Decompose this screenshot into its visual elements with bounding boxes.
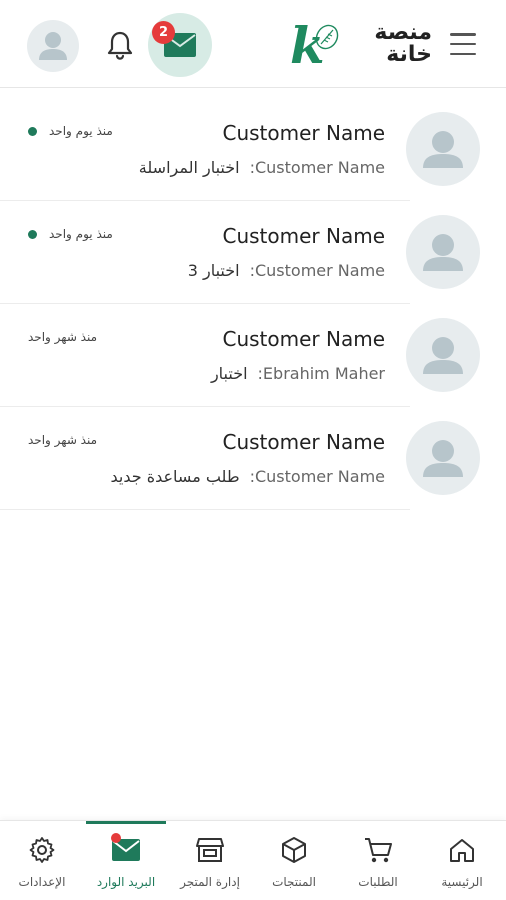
sender-avatar bbox=[406, 318, 480, 392]
box-icon bbox=[282, 837, 306, 863]
nav-label: المنتجات bbox=[272, 875, 316, 889]
message-summary: اختبار :Ebrahim Maher bbox=[211, 364, 385, 383]
message-row[interactable]: Customer Name اختبار :Ebrahim Maher منذ … bbox=[0, 304, 506, 407]
message-time: منذ شهر واحد bbox=[28, 330, 97, 344]
nav-settings[interactable]: الإعدادات bbox=[0, 821, 84, 900]
message-subject: اختبار 3 bbox=[187, 261, 240, 280]
sender-name: Customer Name bbox=[254, 158, 385, 177]
message-row[interactable]: Customer Name اختبار 3 :Customer Name من… bbox=[0, 201, 506, 304]
message-sender: :Customer Name bbox=[250, 261, 385, 280]
inbox-message-list: Customer Name اختبار المراسلة :Customer … bbox=[0, 98, 506, 510]
nav-store-management[interactable]: إدارة المتجر bbox=[168, 821, 252, 900]
message-sender: :Customer Name bbox=[250, 158, 385, 177]
user-avatar-icon bbox=[423, 440, 463, 477]
logo-wordmark: منصة خانة bbox=[374, 22, 432, 66]
nav-label: الرئيسية bbox=[441, 875, 483, 889]
sender-avatar bbox=[406, 215, 480, 289]
sender-name: Customer Name bbox=[254, 261, 385, 280]
nav-products[interactable]: المنتجات bbox=[252, 821, 336, 900]
time-ago: منذ يوم واحد bbox=[49, 124, 113, 138]
notifications-button[interactable] bbox=[104, 28, 136, 62]
logo-leaf-icon bbox=[315, 24, 339, 50]
message-time: منذ يوم واحد bbox=[28, 124, 113, 138]
user-avatar-icon bbox=[423, 337, 463, 374]
time-ago: منذ شهر واحد bbox=[28, 330, 98, 344]
user-avatar-icon bbox=[39, 32, 67, 60]
logo-line-1: منصة bbox=[374, 20, 432, 45]
bottom-navigation: الإعدادات البريد الوارد إدارة المتجر الم… bbox=[0, 820, 506, 900]
unread-dot bbox=[111, 833, 121, 843]
top-app-bar: 2 k منصة خانة bbox=[0, 0, 506, 88]
message-row[interactable]: Customer Name طلب مساعدة جديد :Customer … bbox=[0, 407, 506, 510]
sender-avatar bbox=[406, 421, 480, 495]
menu-icon[interactable] bbox=[450, 33, 476, 55]
message-subject: طلب مساعدة جديد bbox=[110, 467, 240, 486]
customer-name: Customer Name bbox=[222, 121, 385, 145]
bell-icon bbox=[107, 31, 133, 60]
home-icon bbox=[450, 839, 474, 862]
time-ago: منذ يوم واحد bbox=[49, 227, 113, 241]
nav-label: إدارة المتجر bbox=[180, 875, 240, 889]
message-row[interactable]: Customer Name اختبار المراسلة :Customer … bbox=[0, 98, 506, 201]
message-time: منذ شهر واحد bbox=[28, 433, 97, 447]
brand-logo: k منصة خانة bbox=[290, 18, 440, 74]
message-subject: اختبار المراسلة bbox=[138, 158, 240, 177]
message-summary: اختبار المراسلة :Customer Name bbox=[139, 158, 385, 177]
message-summary: اختبار 3 :Customer Name bbox=[188, 261, 385, 280]
store-icon bbox=[196, 838, 224, 862]
customer-name: Customer Name bbox=[222, 327, 385, 351]
sender-name: Customer Name bbox=[254, 467, 385, 486]
message-sender: :Ebrahim Maher bbox=[258, 364, 385, 383]
nav-label: البريد الوارد bbox=[96, 875, 156, 889]
message-subject: اختبار bbox=[210, 364, 248, 383]
message-sender: :Customer Name bbox=[250, 467, 385, 486]
user-avatar-icon bbox=[423, 131, 463, 168]
cart-icon bbox=[365, 838, 392, 863]
message-time: منذ يوم واحد bbox=[28, 227, 113, 241]
logo-line-2: خانة bbox=[386, 42, 432, 67]
sender-name: Ebrahim Maher bbox=[262, 364, 385, 383]
unread-dot bbox=[28, 229, 37, 239]
nav-label: الإعدادات bbox=[18, 875, 66, 889]
profile-avatar-button[interactable] bbox=[27, 20, 79, 72]
gear-icon bbox=[29, 837, 55, 863]
customer-name: Customer Name bbox=[222, 430, 385, 454]
unread-count-badge: 2 bbox=[152, 21, 175, 44]
sender-avatar bbox=[406, 112, 480, 186]
nav-home[interactable]: الرئيسية bbox=[420, 821, 504, 900]
unread-dot bbox=[28, 126, 37, 136]
user-avatar-icon bbox=[423, 234, 463, 271]
nav-orders[interactable]: الطلبات bbox=[336, 821, 420, 900]
time-ago: منذ شهر واحد bbox=[28, 433, 98, 447]
message-summary: طلب مساعدة جديد :Customer Name bbox=[110, 467, 385, 486]
nav-label: الطلبات bbox=[358, 875, 398, 889]
customer-name: Customer Name bbox=[222, 224, 385, 248]
nav-inbox[interactable]: البريد الوارد bbox=[84, 821, 168, 900]
